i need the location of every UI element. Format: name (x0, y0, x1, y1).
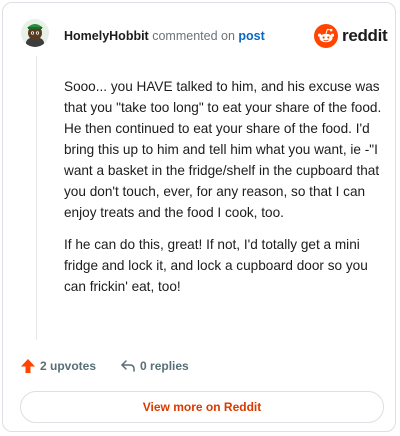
reddit-wordmark: reddit (342, 26, 388, 45)
reddit-logo[interactable]: reddit (314, 23, 388, 49)
view-more-button[interactable]: View more on Reddit (20, 391, 384, 423)
user-avatar[interactable] (21, 19, 49, 47)
comment-meta: 2 upvotes 0 replies (20, 357, 189, 375)
reply-count[interactable]: 0 replies (120, 358, 189, 374)
comment-embed-card: HomelyHobbit commented on post reddit So… (2, 2, 396, 432)
upvote-arrow-icon (21, 359, 35, 373)
commented-on-label: commented on (152, 29, 235, 43)
upvote-count[interactable]: 2 upvotes (20, 358, 96, 374)
username[interactable]: HomelyHobbit (64, 29, 149, 43)
reply-arrow-icon (121, 360, 135, 372)
avatar-snoo-icon (21, 19, 49, 47)
reddit-logo-icon (314, 24, 338, 48)
thread-line[interactable] (36, 56, 37, 340)
comment-paragraph: Sooo... you HAVE talked to him, and his … (64, 79, 382, 220)
comment-paragraph: If he can do this, great! If not, I'd to… (64, 237, 368, 294)
post-link[interactable]: post (238, 29, 264, 43)
upvote-label: 2 upvotes (40, 359, 97, 373)
comment-header: HomelyHobbit commented on post (64, 29, 265, 43)
comment-body: Sooo... you HAVE talked to him, and his … (64, 76, 382, 308)
reply-label: 0 replies (140, 359, 189, 373)
